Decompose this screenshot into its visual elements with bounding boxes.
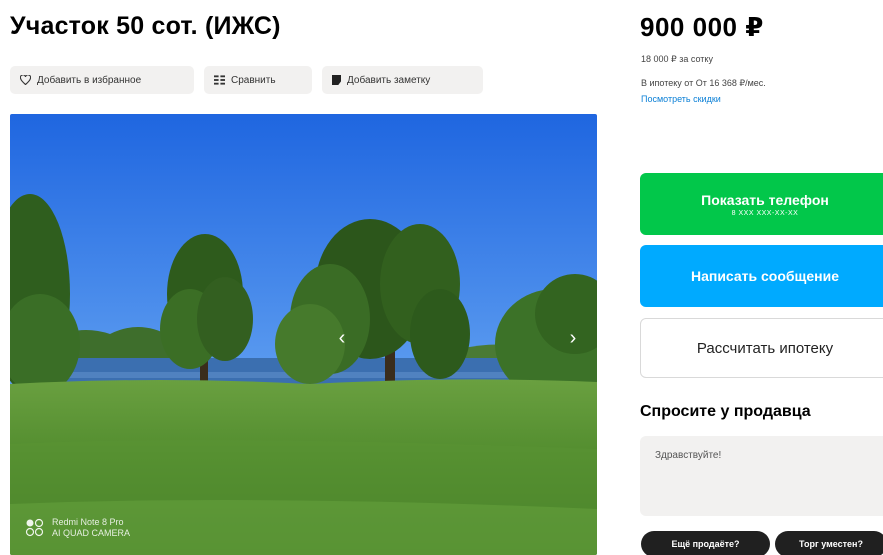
heart-icon xyxy=(20,75,31,85)
listing-photo xyxy=(10,114,597,555)
show-phone-button[interactable]: Показать телефон 8 XXX XXX-XX-XX xyxy=(640,173,883,235)
favorite-label: Добавить в избранное xyxy=(37,74,142,86)
listing-actions: Добавить в избранное Сравнить Добавить з… xyxy=(10,66,483,94)
camera-dots-icon xyxy=(25,518,44,537)
add-to-favorites-button[interactable]: Добавить в избранное xyxy=(10,66,194,94)
listing-page: Участок 50 сот. (ИЖС) Добавить в избранн… xyxy=(0,0,883,555)
page-title: Участок 50 сот. (ИЖС) xyxy=(10,12,281,40)
photo-gallery[interactable]: ‹ › Redmi Note 8 Pro AI QUAD CAMERA xyxy=(10,114,597,555)
view-discounts-link[interactable]: Посмотреть скидки xyxy=(641,94,721,104)
watermark-line-2: AI QUAD CAMERA xyxy=(52,528,131,538)
calculate-mortgage-button[interactable]: Рассчитать ипотеку xyxy=(640,318,883,378)
show-phone-label: Показать телефон xyxy=(701,191,829,208)
add-note-button[interactable]: Добавить заметку xyxy=(322,66,483,94)
compare-label: Сравнить xyxy=(231,74,276,86)
mortgage-info: В ипотеку от От 16 368 ₽/мес. xyxy=(641,78,766,88)
watermark-line-1: Redmi Note 8 Pro xyxy=(52,517,124,527)
gallery-prev-arrow[interactable]: ‹ xyxy=(332,324,352,352)
price-per-unit: 18 000 ₽ за сотку xyxy=(641,54,713,64)
chevron-left-icon: ‹ xyxy=(338,326,346,349)
price: 900 000 ₽ xyxy=(640,12,764,42)
compare-icon xyxy=(214,75,225,85)
phone-mask: 8 XXX XXX-XX-XX xyxy=(731,209,799,217)
quick-question-chip-bargain[interactable]: Торг уместен? xyxy=(775,531,883,555)
quick-question-chip-still-selling[interactable]: Ещё продаёте? xyxy=(641,531,770,555)
ask-seller-input[interactable]: Здравствуйте! xyxy=(640,436,883,516)
note-label: Добавить заметку xyxy=(347,74,431,86)
gallery-next-arrow[interactable]: › xyxy=(563,324,583,352)
write-message-button[interactable]: Написать сообщение xyxy=(640,245,883,307)
compare-button[interactable]: Сравнить xyxy=(204,66,312,94)
chevron-right-icon: › xyxy=(569,326,577,349)
note-icon xyxy=(332,75,341,85)
camera-watermark: Redmi Note 8 Pro AI QUAD CAMERA xyxy=(24,517,130,539)
ask-seller-title: Спросите у продавца xyxy=(640,403,811,420)
